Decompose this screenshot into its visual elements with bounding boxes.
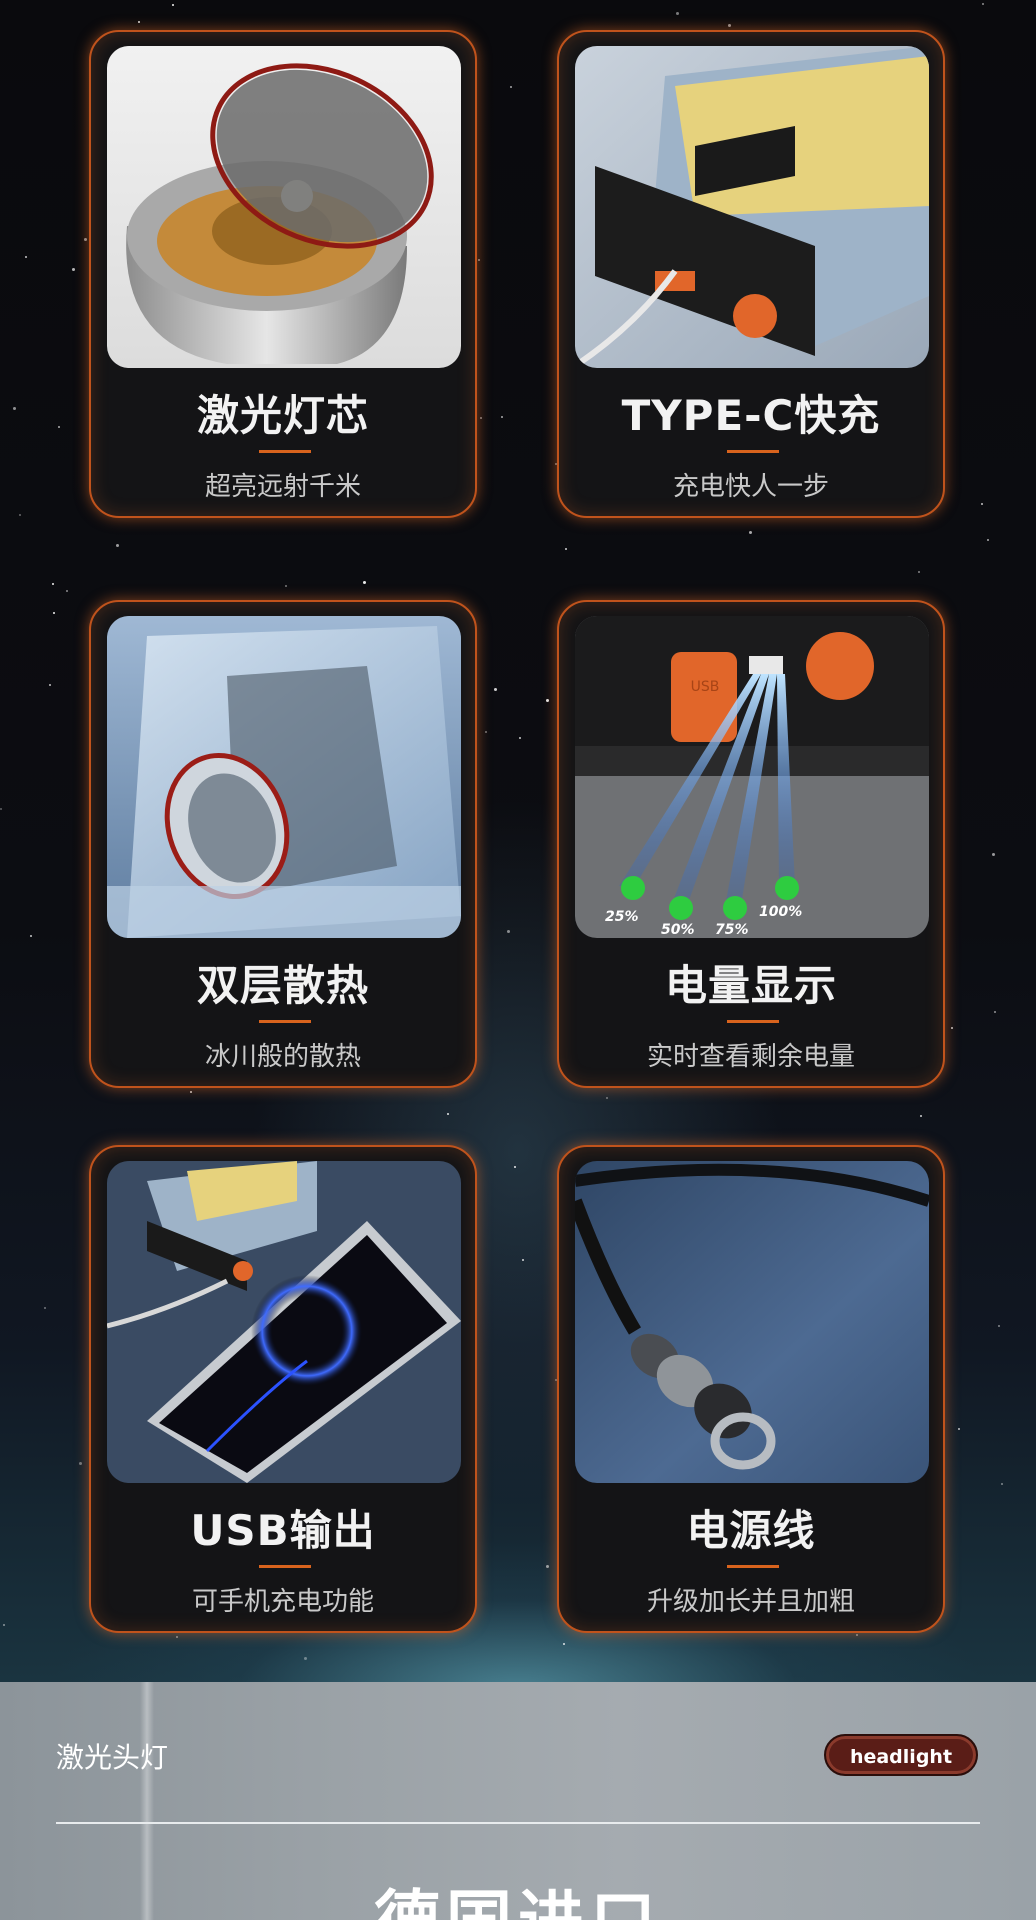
battery-indicator-photo: USB 25% 50% 75% 100% — [575, 616, 929, 938]
star-dot — [510, 86, 512, 88]
feature-title: USB输出 — [190, 1506, 376, 1555]
star-dot — [172, 4, 174, 6]
star-dot — [3, 1624, 5, 1626]
star-dot — [304, 1657, 307, 1660]
star-dot — [53, 612, 55, 614]
star-dot — [501, 416, 503, 418]
star-dot — [749, 531, 752, 534]
star-dot — [1001, 1483, 1003, 1485]
star-dot — [920, 1115, 922, 1117]
star-dot — [507, 930, 510, 933]
star-dot — [982, 3, 984, 5]
feature-card-power-cable: 电源线 升级加长并且加粗 — [557, 1145, 945, 1633]
star-dot — [52, 583, 54, 585]
star-dot — [19, 514, 21, 516]
star-dot — [480, 417, 482, 419]
star-dot — [981, 503, 983, 505]
svg-text:USB: USB — [691, 679, 720, 695]
star-dot — [49, 684, 51, 686]
ice-cooling-photo — [107, 616, 461, 938]
star-dot — [676, 12, 679, 15]
accent-divider — [727, 1020, 779, 1023]
battery-level-75: 75% — [715, 922, 749, 938]
feature-title: TYPE-C快充 — [621, 391, 881, 440]
power-cable-photo — [575, 1161, 929, 1483]
star-dot — [0, 808, 2, 810]
star-dot — [522, 1259, 524, 1261]
star-dot — [58, 426, 60, 428]
star-dot — [958, 1428, 960, 1430]
feature-card-laser-core: 激光灯芯 超亮远射千米 — [89, 30, 477, 518]
star-dot — [66, 590, 68, 592]
star-dot — [494, 688, 497, 691]
star-dot — [176, 1636, 178, 1638]
star-dot — [485, 731, 487, 733]
accent-divider — [727, 1565, 779, 1568]
star-dot — [79, 1462, 82, 1465]
star-dot — [565, 548, 567, 550]
feature-subtitle: 超亮远射千米 — [204, 472, 361, 502]
star-dot — [951, 1027, 953, 1029]
section-heading: 德国进口 — [0, 1868, 1036, 1920]
type-c-charging-photo — [575, 46, 929, 368]
star-dot — [285, 585, 287, 587]
accent-divider — [259, 1020, 311, 1023]
feature-title: 电源线 — [686, 1506, 816, 1555]
star-dot — [728, 24, 731, 27]
star-dot — [478, 259, 480, 261]
star-dot — [72, 268, 75, 271]
star-dot — [992, 853, 995, 856]
star-dot — [447, 1113, 449, 1115]
star-dot — [546, 1565, 549, 1568]
feature-title: 双层散热 — [196, 961, 369, 1010]
star-dot — [514, 1166, 516, 1168]
feature-subtitle: 实时查看剩余电量 — [646, 1042, 855, 1072]
star-dot — [918, 571, 920, 573]
battery-level-100: 100% — [759, 904, 802, 920]
star-dot — [13, 407, 16, 410]
star-dot — [519, 737, 521, 739]
feature-subtitle: 冰川般的散热 — [204, 1042, 361, 1072]
star-dot — [190, 1091, 192, 1093]
star-dot — [84, 238, 87, 241]
star-dot — [25, 256, 27, 258]
usb-output-photo — [107, 1161, 461, 1483]
accent-divider — [259, 1565, 311, 1568]
feature-card-type-c: TYPE-C快充 充电快人一步 — [557, 30, 945, 518]
star-dot — [563, 1643, 565, 1645]
battery-level-50: 50% — [661, 922, 695, 938]
product-section-header: 激光头灯 headlight 德国进口 — [0, 1682, 1036, 1920]
star-dot — [998, 1325, 1000, 1327]
headlight-badge: headlight — [824, 1734, 978, 1776]
star-dot — [30, 935, 32, 937]
star-dot — [606, 1097, 608, 1099]
category-label: 激光头灯 — [56, 1741, 169, 1774]
feature-subtitle: 充电快人一步 — [672, 472, 829, 502]
battery-level-25: 25% — [605, 909, 639, 925]
accent-divider — [727, 450, 779, 453]
laser-core-photo — [107, 46, 461, 368]
star-dot — [363, 581, 366, 584]
feature-card-usb-output: USB输出 可手机充电功能 — [89, 1145, 477, 1633]
star-dot — [138, 21, 140, 23]
section-divider — [56, 1822, 980, 1824]
star-dot — [546, 699, 549, 702]
feature-card-battery: USB 25% 50% 75% 100% 电量显示 实时查看剩余电量 — [557, 600, 945, 1088]
star-dot — [987, 539, 989, 541]
star-dot — [116, 544, 119, 547]
feature-subtitle: 升级加长并且加粗 — [646, 1587, 855, 1617]
feature-title: 激光灯芯 — [196, 391, 369, 440]
feature-title: 电量显示 — [664, 961, 837, 1010]
star-dot — [994, 1011, 996, 1013]
accent-divider — [259, 450, 311, 453]
star-dot — [44, 1307, 46, 1309]
star-dot — [856, 1634, 858, 1636]
feature-card-cooling: 双层散热 冰川般的散热 — [89, 600, 477, 1088]
feature-subtitle: 可手机充电功能 — [191, 1587, 374, 1617]
